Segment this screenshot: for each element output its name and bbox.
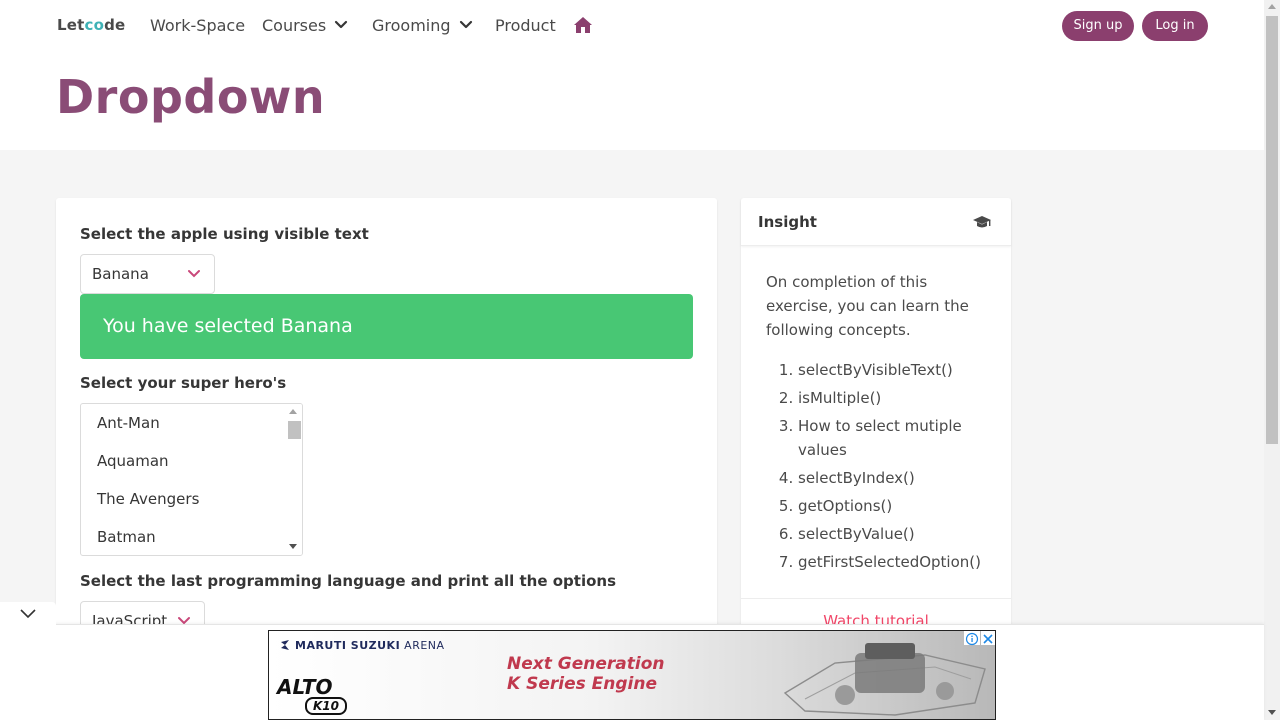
fruit-label: Select the apple using visible text [80,225,369,243]
concept-item: 3. How to select mutiple values [778,417,962,459]
nav-courses[interactable]: Courses [262,16,348,36]
page-scrollbar[interactable] [1264,0,1280,720]
list-option[interactable]: The Avengers [97,490,199,508]
engine-image [783,643,986,716]
ad-close-icon[interactable] [981,631,995,645]
scroll-down-arrow-icon[interactable] [289,544,297,549]
chevron-down-icon [20,609,36,619]
concept-item: 7. getFirstSelectedOption() [778,553,981,571]
concept-item: 2. isMultiple() [778,389,882,407]
list-option[interactable]: Aquaman [97,452,169,470]
scroll-up-arrow-icon[interactable] [289,409,297,414]
insight-title: Insight [758,213,817,231]
concept-item: 6. selectByValue() [778,525,915,543]
concept-item: 1. selectByVisibleText() [778,361,953,379]
chevron-down-icon [335,20,348,29]
page-title: Dropdown [56,70,326,124]
nav-product[interactable]: Product [495,16,556,36]
hero-multiselect[interactable]: Ant-Man Aquaman The Avengers Batman [80,403,303,556]
logo[interactable]: Letcode [57,16,125,34]
graduation-cap-icon [973,216,991,228]
insight-header: Insight [741,198,1011,246]
nav-grooming[interactable]: Grooming [372,16,473,36]
nav-work-space[interactable]: Work-Space [150,16,245,36]
chevron-down-icon [188,270,200,278]
advertisement-banner[interactable]: MARUTI SUZUKI ARENA Next Generation K Ser… [268,630,996,720]
home-icon[interactable] [573,16,593,34]
suzuki-logo-icon [281,640,289,650]
login-button[interactable]: Log in [1142,11,1208,41]
fruit-selected-value: Banana [92,265,149,283]
page-scrollbar-thumb[interactable] [1266,16,1278,444]
insight-divider [741,598,1011,599]
concept-item: 5. getOptions() [778,497,893,515]
scrollbar-thumb[interactable] [288,421,301,439]
list-option[interactable]: Batman [97,528,156,546]
list-option[interactable]: Ant-Man [97,414,160,432]
ad-collapse-toggle[interactable] [0,602,56,626]
listbox-scrollbar[interactable] [285,404,302,555]
concept-item: 4. selectByIndex() [778,469,915,487]
ad-info-icon[interactable] [964,631,980,646]
fruit-select[interactable]: Banana [80,254,215,294]
ad-headline: Next Generation K Series Engine [507,654,665,694]
language-label: Select the last programming language and… [80,572,617,590]
scroll-up-arrow-icon[interactable] [1268,4,1276,9]
navbar: Letcode Work-Space Courses Grooming Prod… [0,0,1264,52]
chevron-down-icon [459,20,472,29]
signup-button[interactable]: Sign up [1062,11,1134,41]
ad-model-name: ALTO [277,675,333,699]
insight-intro: On completion of this exercise, you can … [766,273,969,339]
selection-notification: You have selected Banana [80,294,693,359]
header: Letcode Work-Space Courses Grooming Prod… [0,0,1264,150]
ad-brand: MARUTI SUZUKI ARENA [279,639,445,652]
ad-model-badge: K10 [305,697,347,715]
hero-label: Select your super hero's [80,374,287,392]
scroll-down-arrow-icon[interactable] [1268,710,1276,715]
